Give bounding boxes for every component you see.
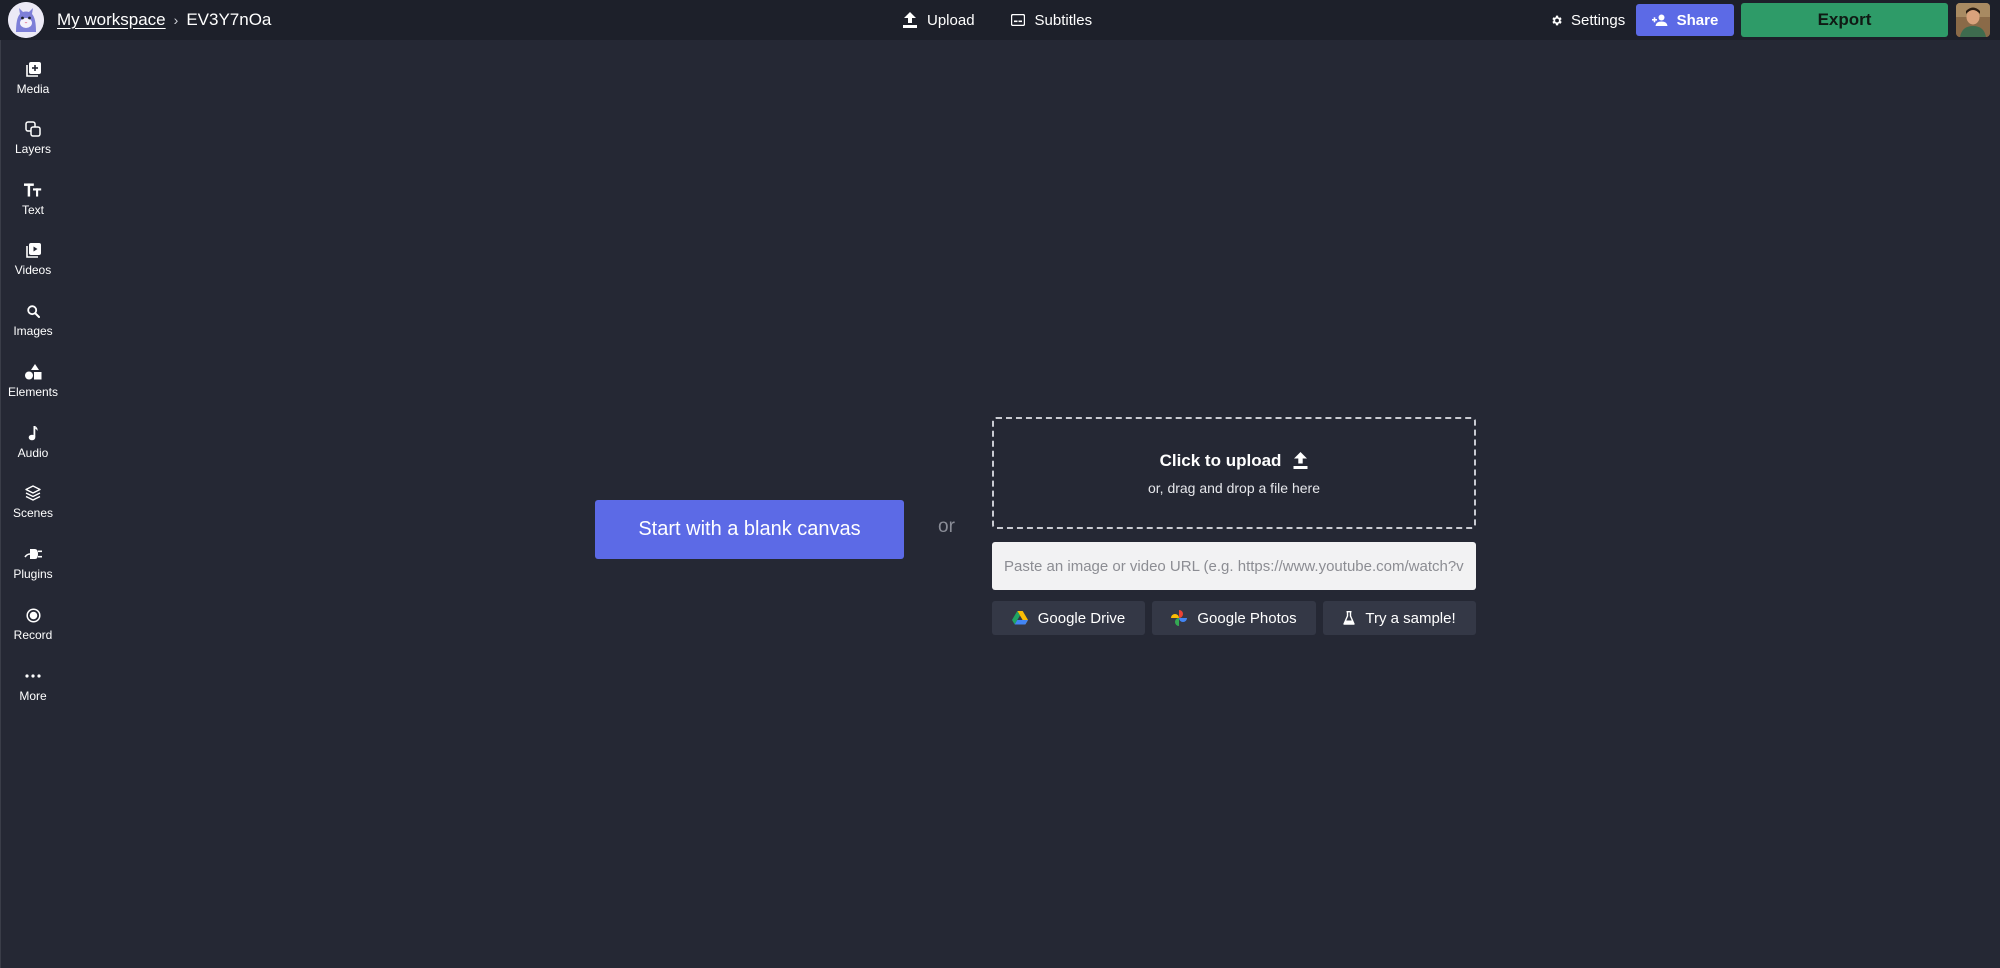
search-icon (24, 302, 42, 320)
add-person-icon (1651, 14, 1668, 26)
user-avatar[interactable] (1956, 3, 1990, 37)
center-actions: Upload Subtitles (903, 0, 1092, 40)
sidebar-item-label: Media (16, 82, 50, 96)
subtitles-icon (1010, 14, 1025, 26)
upload-dropzone[interactable]: Click to upload or, drag and drop a file… (992, 417, 1476, 529)
gear-icon (1552, 15, 1562, 25)
upload-button[interactable]: Upload (903, 12, 975, 29)
or-separator: or (938, 516, 955, 537)
sidebar-item-label: Videos (14, 263, 52, 277)
record-icon (24, 606, 42, 624)
workspace-link[interactable]: My workspace (57, 10, 166, 30)
google-drive-button[interactable]: Google Drive (992, 601, 1145, 635)
app-logo[interactable] (8, 2, 44, 38)
dropzone-title: Click to upload (1159, 450, 1282, 470)
sidebar-item-elements[interactable]: Elements (1, 353, 65, 409)
settings-button[interactable]: Settings (1550, 0, 1625, 40)
dropzone-subtitle: or, drag and drop a file here (1147, 479, 1320, 496)
sidebar-item-label: Audio (17, 446, 49, 460)
sidebar-item-label: Plugins (13, 567, 53, 581)
sidebar-item-label: Scenes (12, 506, 54, 520)
google-photos-button[interactable]: Google Photos (1152, 601, 1316, 635)
breadcrumb-chevron-icon: › (173, 12, 179, 28)
project-name[interactable]: EV3Y7nOa (186, 10, 271, 30)
text-icon (24, 181, 42, 199)
sidebar-item-label: More (19, 689, 47, 703)
sidebar-item-more[interactable]: More (1, 657, 65, 713)
sidebar-item-audio[interactable]: Audio (1, 414, 65, 470)
flask-icon (1343, 611, 1356, 625)
more-dots-icon (24, 667, 42, 685)
sidebar-item-text[interactable]: Text (1, 171, 65, 227)
upload-icon (903, 12, 917, 28)
layers-icon (24, 120, 42, 138)
sidebar-item-label: Layers (14, 142, 52, 156)
sidebar-item-label: Images (13, 324, 53, 338)
export-button[interactable]: Export (1741, 3, 1948, 37)
breadcrumb: My workspace › EV3Y7nOa (57, 0, 271, 40)
try-sample-label: Try a sample! (1365, 609, 1456, 627)
subtitles-label: Subtitles (1034, 11, 1093, 29)
sidebar-item-images[interactable]: Images (1, 292, 65, 348)
cat-mascot-icon (8, 2, 44, 38)
upload-icon (1293, 452, 1308, 469)
subtitles-button[interactable]: Subtitles (1010, 11, 1093, 29)
stack-icon (24, 484, 42, 502)
sidebar-item-media[interactable]: Media (1, 50, 65, 106)
google-photos-icon (1171, 610, 1188, 626)
top-bar: My workspace › EV3Y7nOa Upload Subtitles… (0, 0, 2000, 40)
sidebar-item-record[interactable]: Record (1, 596, 65, 652)
sidebar: Media Layers Text Videos Images Elements (0, 40, 64, 968)
music-note-icon (24, 424, 42, 442)
sidebar-item-label: Elements (7, 385, 59, 399)
upload-label: Upload (927, 11, 975, 29)
google-photos-label: Google Photos (1197, 609, 1297, 627)
settings-label: Settings (1571, 11, 1626, 29)
blank-canvas-button[interactable]: Start with a blank canvas (595, 500, 904, 559)
sidebar-item-label: Record (13, 628, 53, 642)
avatar-photo (1956, 3, 1990, 37)
share-button[interactable]: Share (1636, 4, 1734, 36)
try-sample-button[interactable]: Try a sample! (1323, 601, 1476, 635)
video-icon (24, 241, 42, 259)
sidebar-item-label: Text (21, 203, 44, 217)
share-label: Share (1676, 11, 1719, 29)
plug-icon (24, 545, 42, 563)
media-add-icon (24, 60, 42, 78)
google-drive-icon (1011, 611, 1028, 625)
sidebar-item-scenes[interactable]: Scenes (1, 474, 65, 530)
sidebar-item-plugins[interactable]: Plugins (1, 535, 65, 591)
google-drive-label: Google Drive (1037, 609, 1126, 627)
dropzone-title-row: Click to upload (1160, 451, 1309, 471)
url-input[interactable] (992, 542, 1476, 590)
sidebar-item-videos[interactable]: Videos (1, 231, 65, 287)
sidebar-item-layers[interactable]: Layers (1, 110, 65, 166)
shapes-icon (24, 363, 42, 381)
